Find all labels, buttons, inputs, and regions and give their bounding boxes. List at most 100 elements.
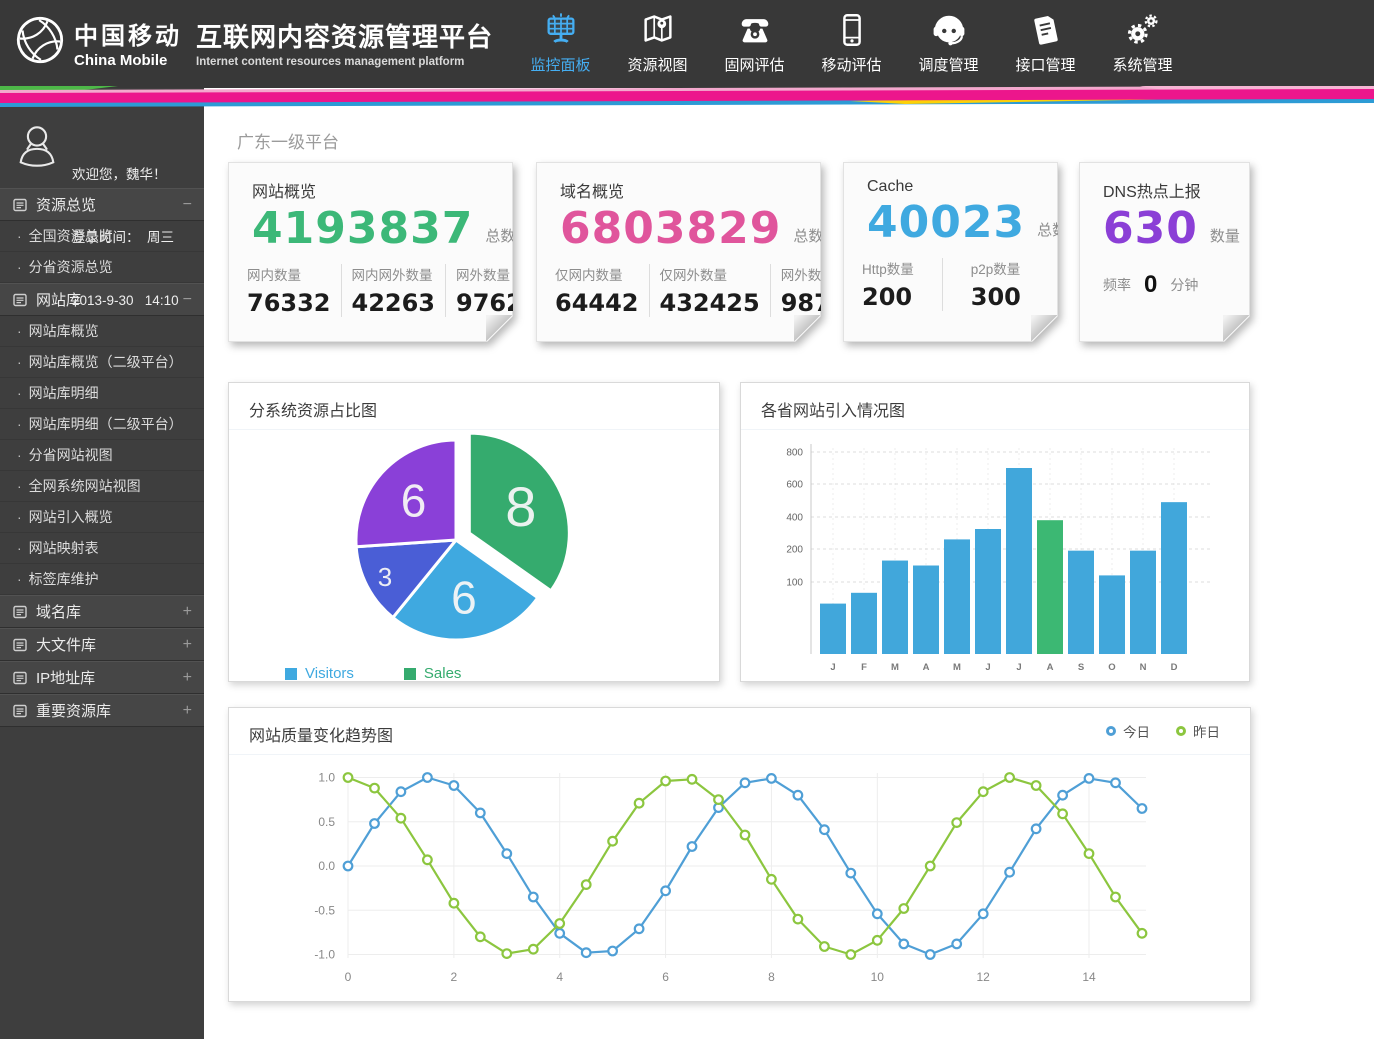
brand: 中国移动 China Mobile 互联网内容资源管理平台 Internet c… xyxy=(14,14,493,71)
expand-icon[interactable]: + xyxy=(183,636,192,654)
stat-value: 200 xyxy=(862,283,914,311)
legend-label: Visitors xyxy=(305,665,354,682)
stat-label: 仅网外数量 xyxy=(660,264,760,284)
card-stat: 网内数量 76332 xyxy=(247,264,342,317)
bullet-icon: · xyxy=(17,540,22,556)
stat-value: 64442 xyxy=(555,289,639,317)
bullet-icon: · xyxy=(17,323,22,339)
sidebar-item-label: 标签库维护 xyxy=(29,571,99,587)
sidebar-item-label: 全国资源总览 xyxy=(29,228,113,244)
bar-chart: 800600400200100JFMAMJJASOND xyxy=(741,430,1249,686)
bullet-icon: · xyxy=(17,416,22,432)
collapse-icon[interactable]: − xyxy=(183,291,192,309)
sidebar-section[interactable]: 重要资源库+ xyxy=(0,694,204,727)
nav-item-2[interactable]: 资源视图 xyxy=(609,0,706,88)
sidebar-item[interactable]: · 网站引入概览 xyxy=(0,502,204,533)
nav-item-4[interactable]: 移动评估 xyxy=(803,0,900,88)
card-total-value: 6803829 xyxy=(560,207,781,251)
document-icon xyxy=(997,10,1094,52)
phone-icon xyxy=(706,10,803,52)
expand-icon[interactable]: + xyxy=(183,702,192,720)
bullet-icon: · xyxy=(17,228,22,244)
sidebar-section-label: 大文件库 xyxy=(36,634,183,655)
bullet-icon: · xyxy=(17,385,22,401)
svg-text:4: 4 xyxy=(556,970,563,984)
sidebar: 欢迎您，魏华！ 登录时间： 周三 2013-9-30 14:10 资源总览−·全… xyxy=(0,88,204,1039)
svg-text:-0.5: -0.5 xyxy=(314,903,335,917)
nav-item-6[interactable]: 接口管理 xyxy=(997,0,1094,88)
line-chart: 1.00.50.0-0.5-1.002468101214 xyxy=(229,755,1250,1003)
legend-item[interactable]: 昨日 xyxy=(1176,721,1220,741)
svg-text:D: D xyxy=(1171,662,1178,673)
sidebar-item[interactable]: · 网站库明细（二级平台） xyxy=(0,409,204,440)
legend-ring-icon xyxy=(1106,726,1116,736)
sidebar-item-label: 网站库明细 xyxy=(29,385,99,401)
nav-label: 移动评估 xyxy=(803,54,900,75)
sidebar-item[interactable]: ·分省网站视图 xyxy=(0,440,204,471)
card-domain-overview: 域名概览 6803829 总数量 仅网内数量 64442 仅网外数量 43242… xyxy=(536,162,821,342)
legend-item[interactable]: Visitors xyxy=(285,665,354,682)
bullet-icon: · xyxy=(17,509,22,525)
nav-item-3[interactable]: 固网评估 xyxy=(706,0,803,88)
svg-text:A: A xyxy=(1047,662,1054,673)
svg-text:8: 8 xyxy=(768,970,775,984)
document-list-icon xyxy=(13,293,27,307)
legend-item[interactable]: 今日 xyxy=(1106,721,1150,741)
sidebar-item-label: 网站引入概览 xyxy=(29,509,113,525)
person-avatar-icon xyxy=(14,122,60,188)
stat-value: 300 xyxy=(971,283,1021,311)
sidebar-section-label: 网站库 xyxy=(36,289,183,310)
sidebar-section-label: 域名库 xyxy=(36,601,183,622)
sidebar-item[interactable]: ·网站映射表 xyxy=(0,533,204,564)
svg-text:6: 6 xyxy=(451,572,477,624)
card-stat: p2p数量 300 xyxy=(971,258,1049,311)
expand-icon[interactable]: + xyxy=(183,669,192,687)
svg-text:10: 10 xyxy=(871,970,885,984)
card-dns-hotspot: DNS热点上报 630 数量 频率 0 分钟 xyxy=(1079,162,1250,342)
legend-item[interactable]: Sales xyxy=(404,665,462,682)
stat-value: 42263 xyxy=(352,289,436,317)
card-title: 域名概览 xyxy=(537,163,820,202)
legend-swatch-icon xyxy=(285,668,297,680)
bar-chart-title: 各省网站引入情况图 xyxy=(741,383,1249,430)
sidebar-item[interactable]: ·网站库概览（二级平台） xyxy=(0,347,204,378)
stat-value: 76332 xyxy=(247,289,331,317)
bullet-icon: · xyxy=(17,447,22,463)
stat-label: 仅网内数量 xyxy=(555,264,639,284)
svg-text:0.5: 0.5 xyxy=(318,815,335,829)
pie-chart-title: 分系统资源占比图 xyxy=(229,383,719,430)
collapse-icon[interactable]: − xyxy=(183,196,192,214)
card-title: DNS热点上报 xyxy=(1080,163,1249,202)
headset-icon xyxy=(900,10,997,52)
nav-label: 调度管理 xyxy=(900,54,997,75)
nav-label: 接口管理 xyxy=(997,54,1094,75)
expand-icon[interactable]: + xyxy=(183,603,192,621)
sidebar-section[interactable]: IP地址库+ xyxy=(0,661,204,694)
app-title: 互联网内容资源管理平台 xyxy=(196,17,493,54)
sidebar-item[interactable]: ·全网系统网站视图 xyxy=(0,471,204,502)
card-total-label: 总数量 xyxy=(1037,219,1082,240)
stat-label: 网内网外数量 xyxy=(352,264,436,284)
sidebar-item-label: 网站库明细（二级平台） xyxy=(29,416,183,432)
svg-text:6: 6 xyxy=(662,970,669,984)
sidebar-item[interactable]: ·标签库维护 xyxy=(0,564,204,595)
sidebar-section[interactable]: 域名库+ xyxy=(0,595,204,628)
document-list-icon xyxy=(13,605,27,619)
brand-name-en: China Mobile xyxy=(74,52,182,69)
svg-text:800: 800 xyxy=(786,448,803,459)
svg-text:S: S xyxy=(1078,662,1084,673)
sidebar-item[interactable]: · 网站库明细 xyxy=(0,378,204,409)
legend-label: 今日 xyxy=(1123,721,1150,741)
legend-label: Sales xyxy=(424,665,462,682)
nav-item-5[interactable]: 调度管理 xyxy=(900,0,997,88)
line-chart-panel: 网站质量变化趋势图 今日昨日 1.00.50.0-0.5-1.002468101… xyxy=(228,707,1251,1002)
svg-text:J: J xyxy=(1016,662,1021,673)
legend-swatch-icon xyxy=(404,668,416,680)
sidebar-section[interactable]: 大文件库+ xyxy=(0,628,204,661)
freq-unit: 分钟 xyxy=(1170,275,1198,295)
nav-item-1[interactable]: 监控面板 xyxy=(512,0,609,88)
gears-icon xyxy=(1094,10,1191,52)
nav-item-7[interactable]: 系统管理 xyxy=(1094,0,1191,88)
svg-text:N: N xyxy=(1140,662,1147,673)
svg-text:0.0: 0.0 xyxy=(318,859,335,873)
